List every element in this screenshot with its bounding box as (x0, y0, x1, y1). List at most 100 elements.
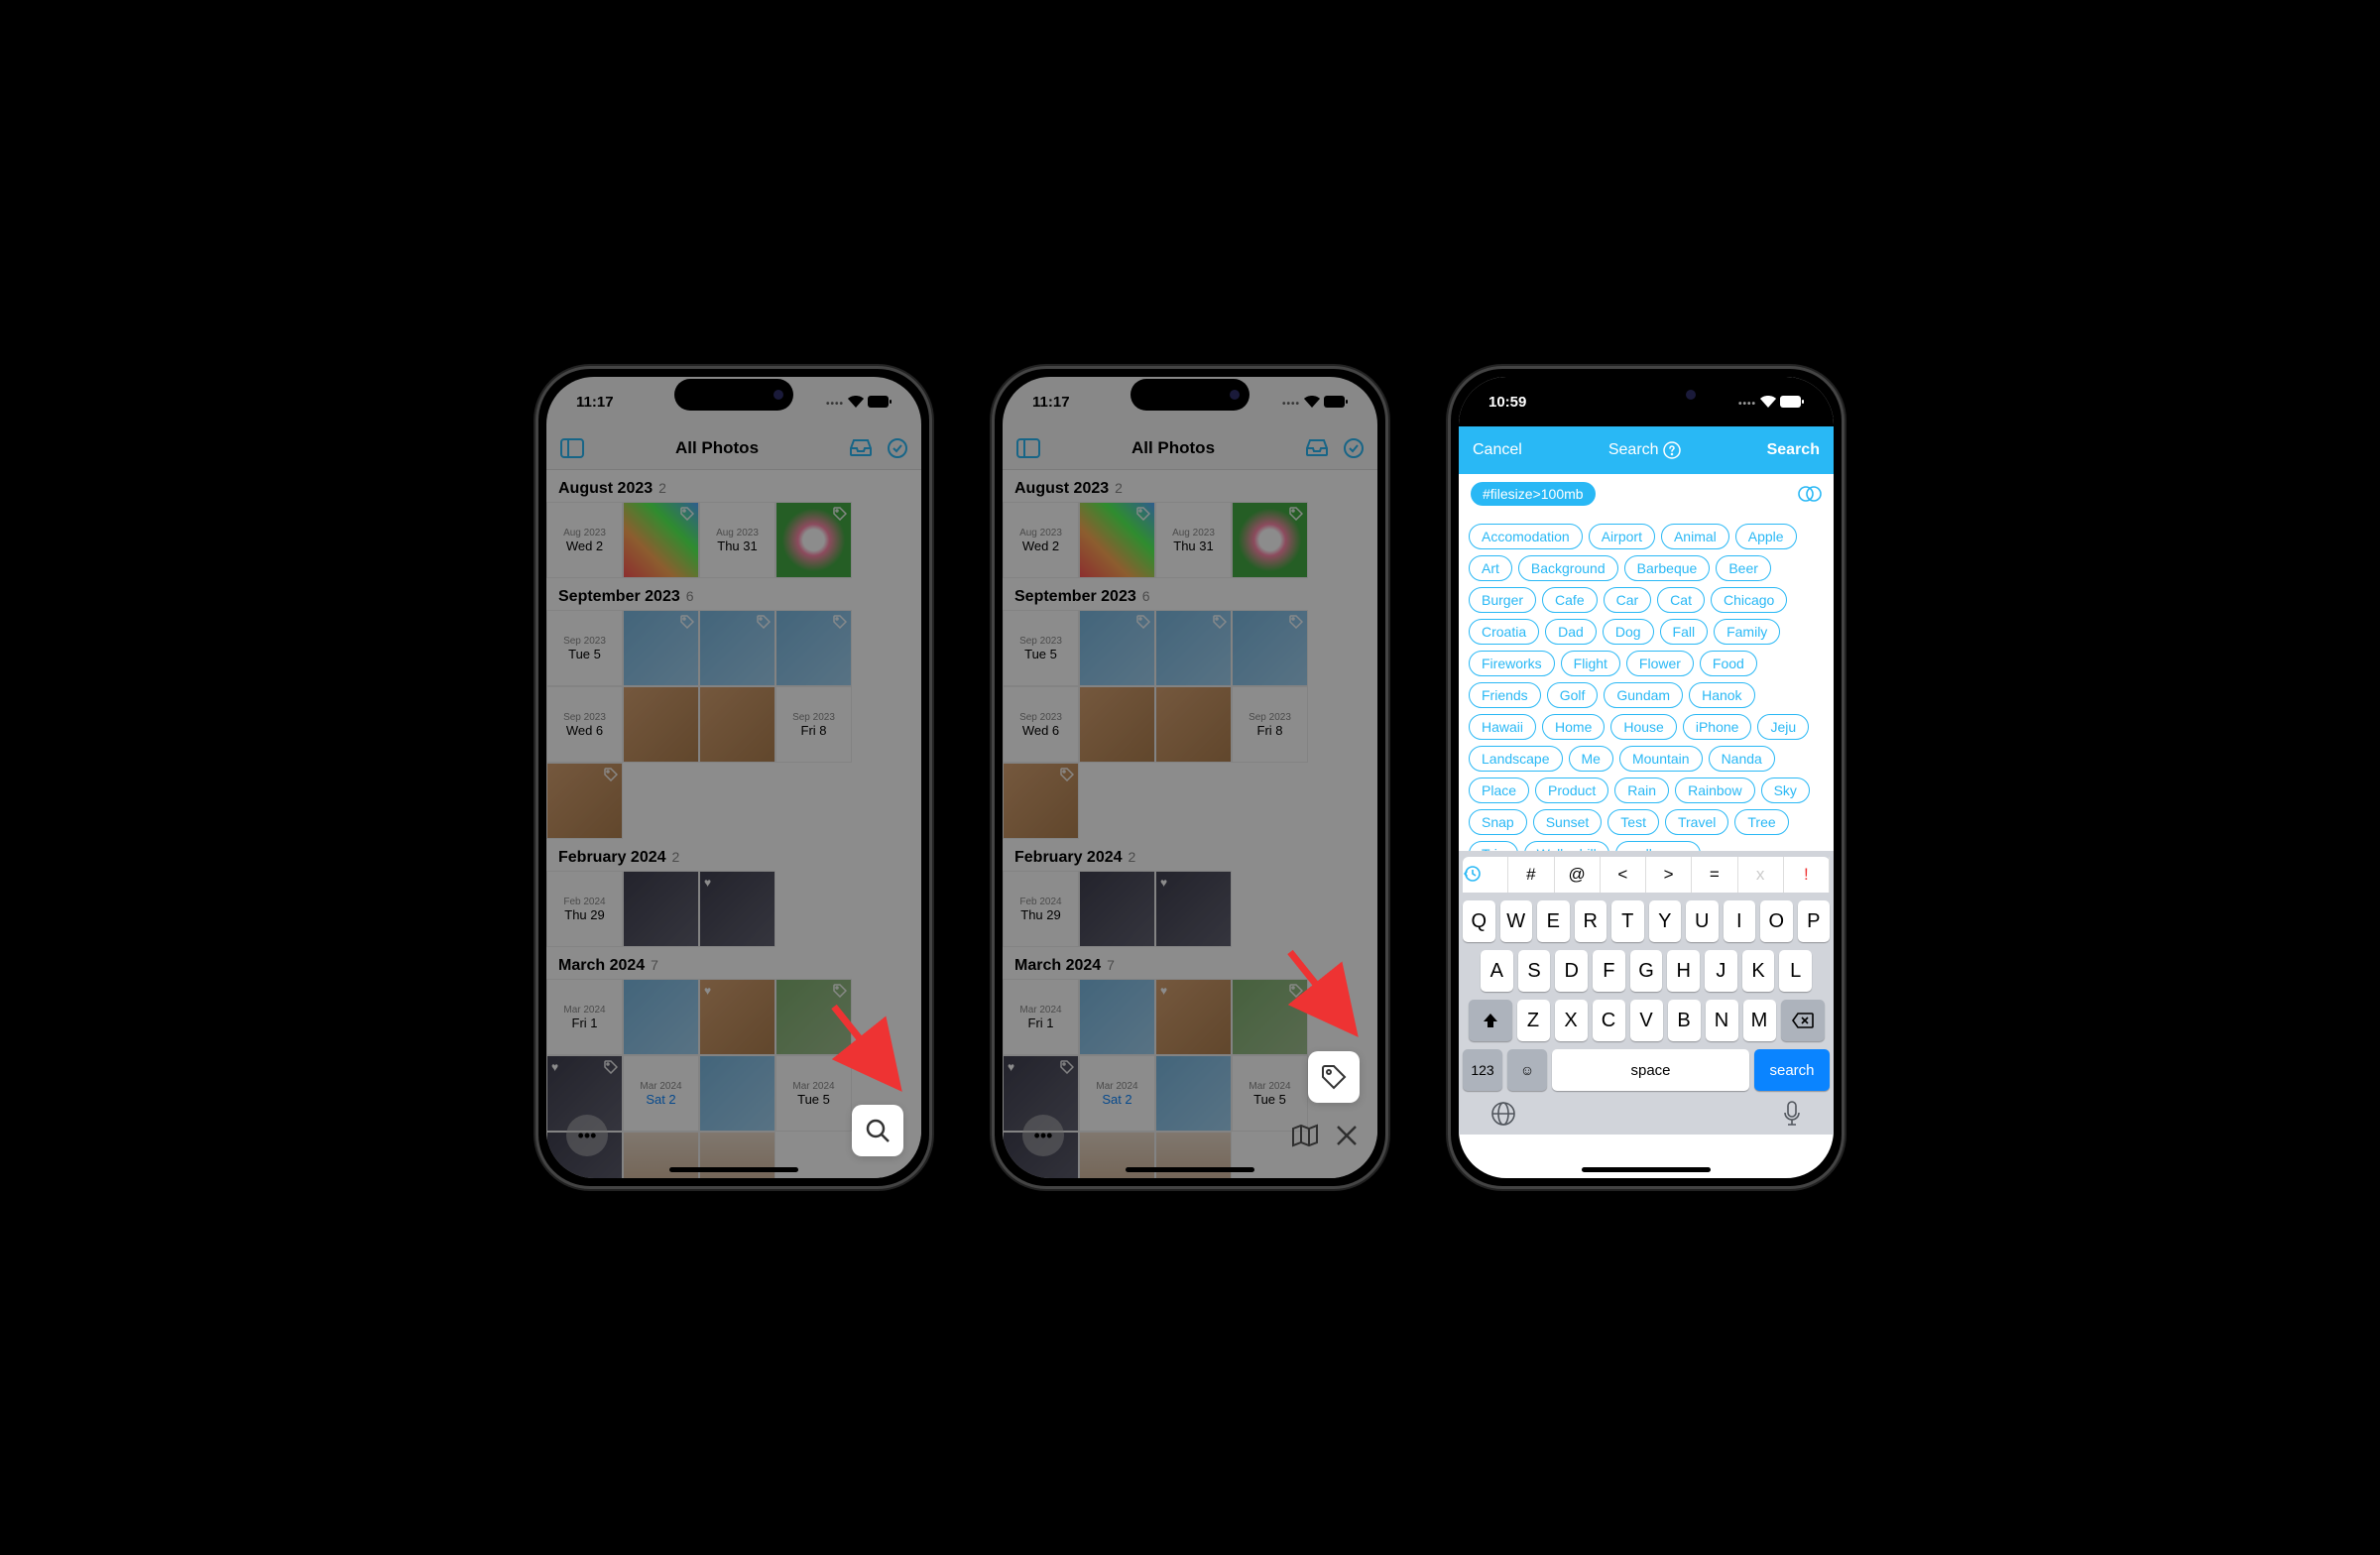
key-Q[interactable]: Q (1463, 900, 1495, 942)
tag-pill[interactable]: Cafe (1542, 587, 1598, 613)
sidebar-toggle-icon[interactable] (560, 438, 584, 458)
tag-pill[interactable]: Chicago (1711, 587, 1787, 613)
date-cell[interactable]: Mar 2024Tue 5 (775, 1055, 852, 1132)
photo-thumbnail[interactable] (623, 610, 699, 686)
inbox-icon[interactable] (1306, 438, 1328, 458)
date-cell[interactable]: Aug 2023Thu 31 (1155, 502, 1232, 578)
backspace-key[interactable] (1781, 1000, 1825, 1041)
tag-pill[interactable]: Test (1607, 809, 1659, 835)
date-cell[interactable]: Mar 2024Fri 1 (546, 979, 623, 1055)
more-button[interactable]: ••• (566, 1115, 608, 1156)
photo-thumbnail[interactable] (1079, 979, 1155, 1055)
date-cell[interactable]: Sep 2023Tue 5 (546, 610, 623, 686)
key-I[interactable]: I (1724, 900, 1756, 942)
photo-thumbnail[interactable] (1155, 686, 1232, 763)
gt-shortcut[interactable]: > (1646, 857, 1692, 893)
cancel-button[interactable]: Cancel (1473, 441, 1522, 459)
photo-thumbnail[interactable] (1155, 610, 1232, 686)
date-cell[interactable]: Sep 2023Tue 5 (1003, 610, 1079, 686)
key-E[interactable]: E (1537, 900, 1570, 942)
emoji-key[interactable]: ☺ (1507, 1049, 1547, 1091)
lt-shortcut[interactable]: < (1601, 857, 1646, 893)
tag-pill[interactable]: Walkerhill (1524, 841, 1609, 851)
bang-shortcut[interactable]: ! (1784, 857, 1830, 893)
photo-thumbnail[interactable] (1079, 610, 1155, 686)
date-cell[interactable]: Aug 2023Thu 31 (699, 502, 775, 578)
help-icon[interactable] (1663, 441, 1681, 459)
tag-pill[interactable]: Apple (1735, 524, 1797, 549)
tag-pill[interactable]: House (1610, 714, 1676, 740)
home-indicator[interactable] (1126, 1167, 1254, 1172)
photo-thumbnail[interactable] (1079, 686, 1155, 763)
photo-thumbnail[interactable] (699, 1055, 775, 1132)
search-fab[interactable] (852, 1105, 903, 1156)
globe-icon[interactable] (1490, 1101, 1516, 1127)
photo-thumbnail[interactable]: ♥ (1155, 871, 1232, 947)
search-key[interactable]: search (1754, 1049, 1830, 1091)
date-cell[interactable]: Feb 2024Thu 29 (546, 871, 623, 947)
tag-pill[interactable]: Animal (1661, 524, 1729, 549)
hash-shortcut[interactable]: # (1508, 857, 1554, 893)
key-V[interactable]: V (1630, 1000, 1663, 1041)
photo-thumbnail[interactable] (1003, 763, 1079, 839)
photo-thumbnail[interactable]: ♥ (699, 979, 775, 1055)
key-Y[interactable]: Y (1649, 900, 1682, 942)
key-S[interactable]: S (1518, 950, 1551, 992)
home-indicator[interactable] (1582, 1167, 1711, 1172)
key-B[interactable]: B (1668, 1000, 1701, 1041)
tag-pill[interactable]: Nanda (1709, 746, 1775, 772)
key-R[interactable]: R (1575, 900, 1607, 942)
date-cell[interactable]: Aug 2023Wed 2 (1003, 502, 1079, 578)
tag-pill[interactable]: Food (1700, 651, 1757, 676)
photo-thumbnail[interactable] (1232, 610, 1308, 686)
tag-pill[interactable]: Hawaii (1469, 714, 1536, 740)
date-cell[interactable]: Sep 2023Fri 8 (1232, 686, 1308, 763)
tag-pill[interactable]: Family (1714, 619, 1780, 645)
photo-thumbnail[interactable] (1232, 502, 1308, 578)
tag-pill[interactable]: wallpaper (1615, 841, 1701, 851)
search-action-button[interactable]: Search (1767, 441, 1820, 459)
photo-thumbnail[interactable] (775, 502, 852, 578)
date-cell[interactable]: Sep 2023Wed 6 (1003, 686, 1079, 763)
more-button[interactable]: ••• (1022, 1115, 1064, 1156)
key-U[interactable]: U (1686, 900, 1719, 942)
tag-pill[interactable]: Dog (1603, 619, 1654, 645)
tag-pill[interactable]: Landscape (1469, 746, 1563, 772)
tag-pill[interactable]: Home (1542, 714, 1605, 740)
date-cell[interactable]: Sep 2023Fri 8 (775, 686, 852, 763)
tag-pill[interactable]: Background (1518, 555, 1618, 581)
tag-pill[interactable]: Rain (1614, 778, 1669, 803)
photo-thumbnail[interactable] (1079, 502, 1155, 578)
at-shortcut[interactable]: @ (1555, 857, 1601, 893)
tag-pill[interactable]: Mountain (1619, 746, 1703, 772)
date-cell[interactable]: Mar 2024Fri 1 (1003, 979, 1079, 1055)
tag-pill[interactable]: Hanok (1689, 682, 1754, 708)
mic-icon[interactable] (1782, 1101, 1802, 1127)
eq-shortcut[interactable]: = (1692, 857, 1737, 893)
history-shortcut[interactable] (1463, 857, 1508, 893)
photo-grid-1[interactable]: August 20232Aug 2023Wed 2Aug 2023Thu 31S… (546, 470, 921, 1178)
date-cell[interactable]: Sep 2023Wed 6 (546, 686, 623, 763)
tag-search-fab[interactable] (1308, 1051, 1360, 1103)
key-N[interactable]: N (1706, 1000, 1738, 1041)
photo-thumbnail[interactable] (623, 502, 699, 578)
key-H[interactable]: H (1667, 950, 1700, 992)
tag-pill[interactable]: Product (1535, 778, 1608, 803)
key-J[interactable]: J (1705, 950, 1737, 992)
key-M[interactable]: M (1743, 1000, 1776, 1041)
key-K[interactable]: K (1742, 950, 1775, 992)
tag-pill[interactable]: Fireworks (1469, 651, 1555, 676)
tag-pill[interactable]: Jeju (1757, 714, 1809, 740)
tag-pill[interactable]: Trip (1469, 841, 1518, 851)
key-D[interactable]: D (1555, 950, 1588, 992)
key-C[interactable]: C (1593, 1000, 1625, 1041)
photo-thumbnail[interactable] (775, 610, 852, 686)
date-cell[interactable]: Feb 2024Thu 29 (1003, 871, 1079, 947)
tag-pill[interactable]: Art (1469, 555, 1512, 581)
tag-pill[interactable]: Travel (1665, 809, 1728, 835)
photo-thumbnail[interactable] (623, 979, 699, 1055)
key-G[interactable]: G (1630, 950, 1663, 992)
key-Z[interactable]: Z (1517, 1000, 1550, 1041)
photo-thumbnail[interactable] (623, 686, 699, 763)
tag-pill[interactable]: Car (1604, 587, 1652, 613)
